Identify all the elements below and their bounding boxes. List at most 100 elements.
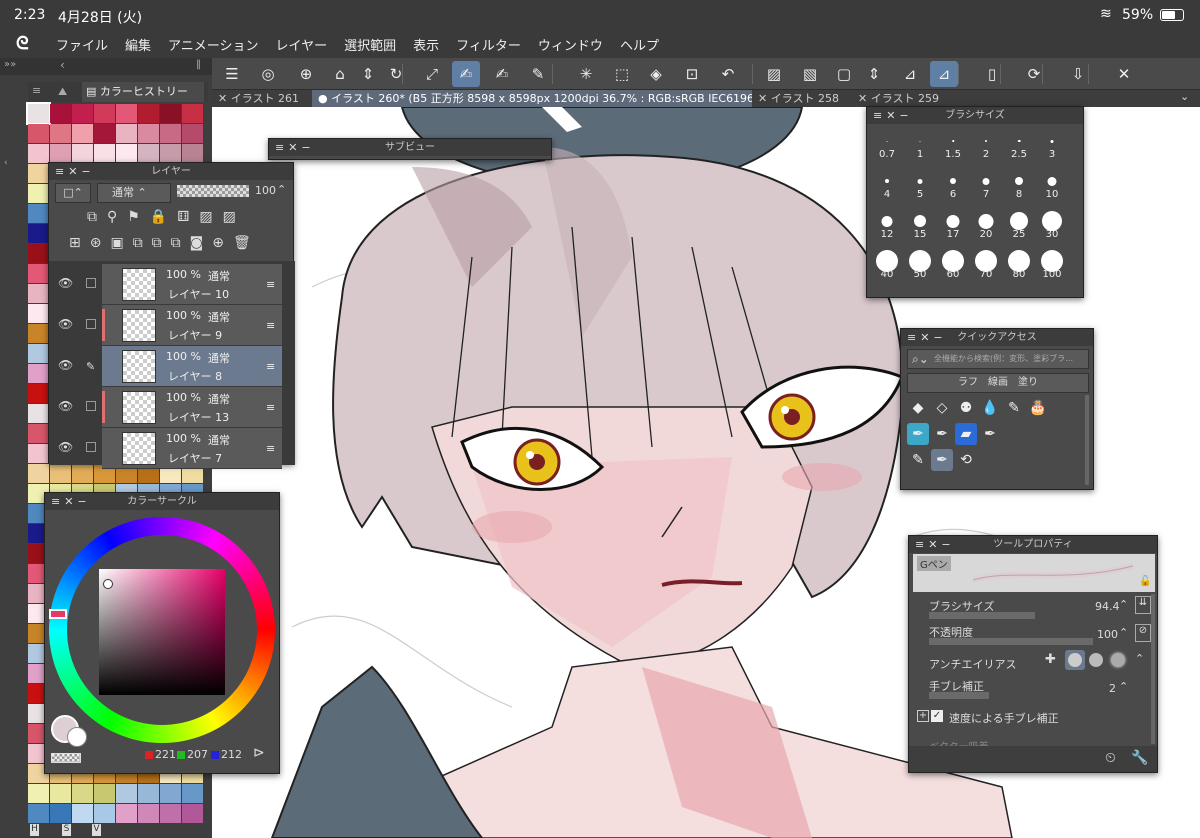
layer-visibility-icon[interactable]: 👁 xyxy=(58,440,73,454)
brush-size-cell[interactable]: 15 xyxy=(904,207,936,241)
transform-icon[interactable]: ⤢ xyxy=(418,61,446,87)
cake-icon[interactable]: 🎂 xyxy=(1027,397,1049,419)
layer-menu-icon[interactable]: ≡ xyxy=(266,360,275,373)
brush-size-cell[interactable]: 0.7 xyxy=(871,127,903,161)
eraser-soft-icon[interactable]: ◇ xyxy=(931,397,953,419)
antialias-strong-icon[interactable] xyxy=(1111,653,1125,667)
brush-size-cell[interactable]: 3 xyxy=(1036,127,1068,161)
layer-row[interactable]: 100 % 通常 レイヤー 9 ≡ xyxy=(102,305,282,346)
color-swatch[interactable] xyxy=(116,144,137,163)
tool-property-scrollbar[interactable] xyxy=(1151,594,1155,744)
ruler-snap-icon[interactable]: ⊿ xyxy=(896,61,924,87)
color-swatch[interactable] xyxy=(94,804,115,823)
color-swatch[interactable] xyxy=(94,104,115,123)
frame-icon[interactable]: ▢ xyxy=(830,61,858,87)
color-swatch[interactable] xyxy=(72,784,93,803)
redo-icon[interactable]: ↻ xyxy=(382,61,410,87)
tab-illust-259[interactable]: ✕ イラスト 259 xyxy=(852,90,962,107)
color-swatch[interactable] xyxy=(182,104,203,123)
antialias-mid-icon[interactable] xyxy=(1089,653,1103,667)
brush-size-cell[interactable]: 70 xyxy=(970,247,1002,281)
open-folder-icon[interactable]: ⌂ xyxy=(326,61,354,87)
color-swatch[interactable] xyxy=(50,464,71,483)
dock-side-collapse-icon[interactable]: ‹ xyxy=(4,158,8,168)
layer-lock-icons[interactable]: ⧉⚲⚑🔒⚅▨▨ xyxy=(87,209,246,225)
layer-lock-checkbox[interactable] xyxy=(86,278,96,288)
g-pen-icon[interactable]: ✒ xyxy=(931,423,953,445)
panel-controls-icon[interactable]: ≡✕− xyxy=(873,107,913,124)
dock-collapse-icon[interactable]: ‹ xyxy=(60,58,65,72)
menu-selection[interactable]: 選択範囲 xyxy=(344,35,396,54)
pen-pressure-icon[interactable]: ✍ xyxy=(452,61,480,87)
color-swatch[interactable] xyxy=(116,124,137,143)
color-swatch[interactable] xyxy=(28,784,49,803)
brush-size-cell[interactable]: 20 xyxy=(970,207,1002,241)
color-swatch[interactable] xyxy=(50,804,71,823)
color-swatch[interactable] xyxy=(94,124,115,143)
opacity-effect-icon[interactable]: ⊘ xyxy=(1135,624,1151,642)
color-swatch[interactable] xyxy=(138,104,159,123)
color-swatch[interactable] xyxy=(72,144,93,163)
color-swatch[interactable] xyxy=(160,144,181,163)
menu-animation[interactable]: アニメーション xyxy=(168,35,258,54)
eyedropper-icon[interactable]: ✎ xyxy=(1003,397,1025,419)
layer-menu-icon[interactable]: ≡ xyxy=(266,442,275,455)
color-swatch[interactable] xyxy=(160,784,181,803)
app-icon[interactable]: ◎ xyxy=(254,61,282,87)
reset-icon[interactable]: ⏲ xyxy=(1105,750,1116,766)
mountain-icon[interactable]: ⛰ xyxy=(58,85,67,99)
tab-illust-261[interactable]: ✕ イラスト 261 xyxy=(212,90,310,107)
color-swatch[interactable] xyxy=(28,464,49,483)
saturation-value-square[interactable] xyxy=(99,569,225,695)
layer-visibility-icon[interactable]: 👁 xyxy=(58,399,73,413)
color-swatch[interactable] xyxy=(50,144,71,163)
brush-size-cell[interactable]: 7 xyxy=(970,167,1002,201)
quick-access-search[interactable]: ⌕⌄ 全機能から検索(例：変形、塗彩ブラ… xyxy=(907,349,1089,369)
layer-row[interactable]: 100 % 通常 レイヤー 13 ≡ xyxy=(102,387,282,428)
tablet-icon[interactable]: ▯ xyxy=(978,61,1006,87)
speed-stab-checkbox[interactable]: ✓ xyxy=(931,710,943,722)
brush-size-cell[interactable]: 4 xyxy=(871,167,903,201)
antialias-weak-icon[interactable] xyxy=(1065,650,1085,670)
brush-size-cell[interactable]: 5 xyxy=(904,167,936,201)
tab-illust-260[interactable]: ● イラスト 260* (B5 正方形 8598 x 8598px 1200dp… xyxy=(312,90,752,107)
opacity-slider[interactable] xyxy=(177,185,249,197)
color-swatch[interactable] xyxy=(116,804,137,823)
menu-icon[interactable]: ☰ xyxy=(218,61,246,87)
new-file-icon[interactable]: ⊕ xyxy=(292,61,320,87)
stabilization-stepper-icon[interactable]: ⌃ xyxy=(1119,680,1128,693)
brush-size-cell[interactable]: 6 xyxy=(937,167,969,201)
color-swatch[interactable] xyxy=(28,324,49,343)
color-swatch[interactable] xyxy=(28,284,49,303)
brush-size-bar[interactable] xyxy=(929,612,1035,619)
close-view-icon[interactable]: ✕ xyxy=(1110,61,1138,87)
color-swatch[interactable] xyxy=(28,444,49,463)
color-swatch[interactable] xyxy=(94,144,115,163)
color-swatch[interactable] xyxy=(72,804,93,823)
blend-mode-select[interactable]: 通常 ⌃ xyxy=(97,183,171,203)
brush-size-effect-icon[interactable]: ⇊ xyxy=(1135,596,1151,614)
color-mode-icon[interactable]: ⊳ xyxy=(253,745,265,761)
brush-size-stepper-icon[interactable]: ⌃ xyxy=(1119,598,1128,611)
color-swatch[interactable] xyxy=(28,184,49,203)
color-swatch[interactable] xyxy=(138,784,159,803)
stabilization-bar[interactable] xyxy=(929,692,989,699)
color-swatch[interactable] xyxy=(28,244,49,263)
brush-size-cell[interactable]: 17 xyxy=(937,207,969,241)
ruler-icon[interactable]: ✎ xyxy=(524,61,552,87)
color-swatch[interactable] xyxy=(116,784,137,803)
sub-color-swatch[interactable] xyxy=(67,727,87,747)
antialias-stepper-icon[interactable]: ⌃ xyxy=(1135,652,1144,665)
color-swatch[interactable] xyxy=(28,384,49,403)
pen-highlight-icon[interactable]: ✒ xyxy=(907,423,929,445)
color-swatch[interactable] xyxy=(26,102,51,125)
expand-plus-icon[interactable]: + xyxy=(917,710,929,722)
color-swatch[interactable] xyxy=(138,144,159,163)
menu-file[interactable]: ファイル xyxy=(56,35,108,54)
stamp-icon[interactable]: ⚉ xyxy=(955,397,977,419)
color-swatch[interactable] xyxy=(160,124,181,143)
menu-layer[interactable]: レイヤー xyxy=(276,35,328,54)
brush-size-cell[interactable]: 10 xyxy=(1036,167,1068,201)
color-swatch[interactable] xyxy=(50,104,71,123)
hue-cursor[interactable] xyxy=(49,609,67,619)
